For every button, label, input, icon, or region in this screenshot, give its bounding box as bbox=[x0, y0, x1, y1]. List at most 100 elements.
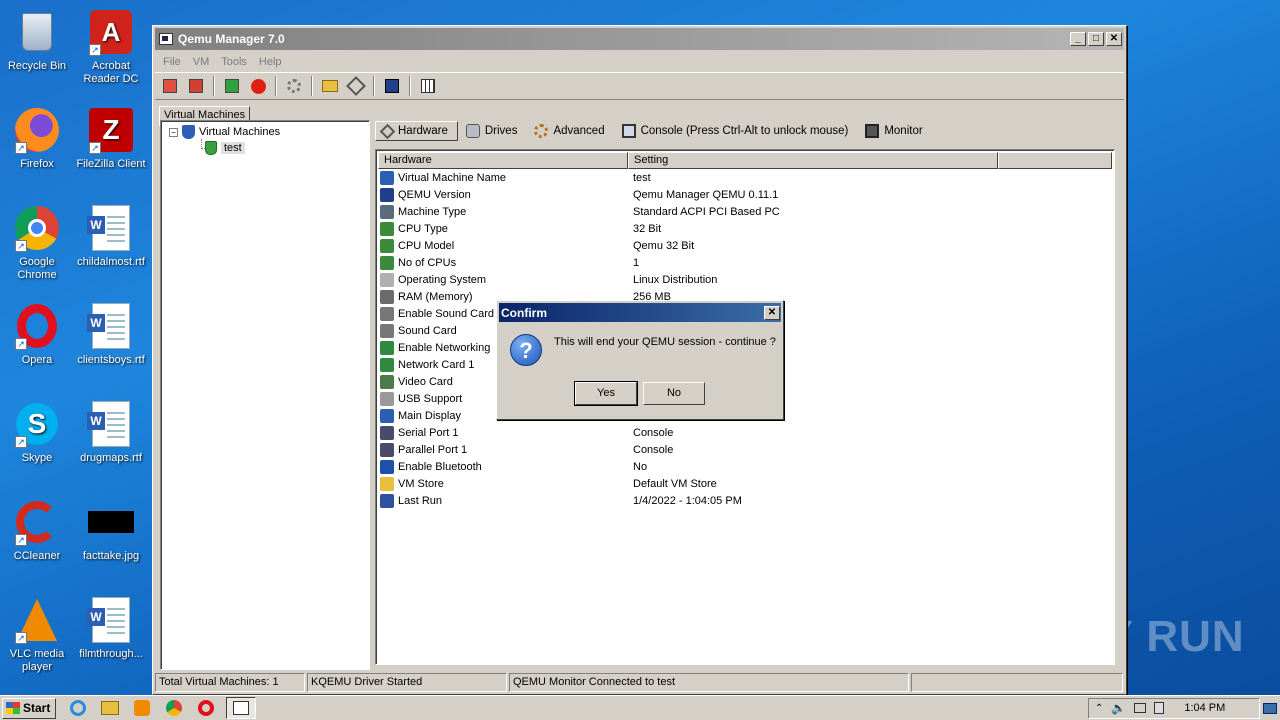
ccleaner-icon: ↗ bbox=[13, 498, 61, 546]
settings-button[interactable] bbox=[283, 75, 305, 97]
taskbar-explorer-button[interactable] bbox=[100, 698, 120, 718]
grid-row[interactable]: CPU Model Qemu 32 Bit bbox=[380, 237, 1114, 254]
grid-row[interactable]: Virtual Machine Name test bbox=[380, 169, 1114, 186]
status-bar: Total Virtual Machines: 1 KQEMU Driver S… bbox=[155, 673, 1123, 692]
desktop-icon-chrome[interactable]: ↗ Google Chrome bbox=[0, 204, 74, 282]
grid-cell-hardware: RAM (Memory) bbox=[398, 290, 473, 303]
desktop-icon-label: Acrobat Reader DC bbox=[83, 60, 139, 85]
taskbar-clock[interactable]: 1:04 PM bbox=[1184, 702, 1225, 714]
grid-row[interactable]: Serial Port 1 Console bbox=[380, 424, 1114, 441]
menu-tools[interactable]: Tools bbox=[215, 56, 253, 68]
tools-icon bbox=[346, 76, 366, 96]
desktop-icon-acrobat[interactable]: A ↗ Acrobat Reader DC bbox=[74, 8, 148, 86]
stop-vm-button[interactable] bbox=[247, 75, 269, 97]
grid-cell-setting: Default VM Store bbox=[633, 477, 717, 490]
desktop-icon-skype[interactable]: S ↗ Skype bbox=[0, 400, 74, 465]
desktop-icon-label: Firefox bbox=[20, 158, 54, 170]
tab-drives[interactable]: Drives bbox=[460, 121, 527, 141]
desktop-icon-ccleaner[interactable]: ↗ CCleaner bbox=[0, 498, 74, 563]
desktop-icon-firefox[interactable]: ↗ Firefox bbox=[0, 106, 74, 171]
grid-row[interactable]: No of CPUs 1 bbox=[380, 254, 1114, 271]
flag-icon[interactable] bbox=[1154, 702, 1165, 714]
dialog-close-button[interactable]: ✕ bbox=[764, 305, 780, 320]
calendar-icon bbox=[380, 493, 394, 508]
add-vm-button[interactable] bbox=[159, 75, 181, 97]
window-titlebar[interactable]: Qemu Manager 7.0 _ □ ✕ bbox=[155, 28, 1124, 50]
show-desktop-icon bbox=[1263, 702, 1277, 714]
grid-cell-setting: Qemu 32 Bit bbox=[633, 239, 695, 252]
grid-row[interactable]: CPU Type 32 Bit bbox=[380, 220, 1114, 237]
network-icon[interactable] bbox=[1134, 703, 1147, 713]
tab-console[interactable]: Console (Press Ctrl-Alt to unlock mouse) bbox=[616, 121, 858, 141]
save-button[interactable] bbox=[381, 75, 403, 97]
dialog-titlebar[interactable]: Confirm ✕ bbox=[499, 303, 781, 322]
open-folder-button[interactable] bbox=[319, 75, 341, 97]
grid-row[interactable]: QEMU Version Qemu Manager QEMU 0.11.1 bbox=[380, 186, 1114, 203]
grid-cell-hardware: Serial Port 1 bbox=[398, 426, 459, 439]
taskbar-opera-button[interactable] bbox=[196, 698, 216, 718]
grid-cell-hardware: Video Card bbox=[398, 375, 453, 388]
tab-monitor[interactable]: Monitor bbox=[859, 121, 931, 141]
menu-help[interactable]: Help bbox=[253, 56, 288, 68]
menu-file[interactable]: File bbox=[157, 56, 187, 68]
remove-icon bbox=[189, 79, 203, 93]
volume-icon[interactable]: 🔈 bbox=[1111, 701, 1126, 715]
maximize-button[interactable]: □ bbox=[1088, 32, 1104, 46]
filezilla-icon: Z ↗ bbox=[87, 106, 135, 154]
grid-cell-setting: 1/4/2022 - 1:04:05 PM bbox=[633, 494, 742, 507]
start-button[interactable]: Start bbox=[2, 697, 56, 719]
tree-item-label: test bbox=[221, 142, 245, 154]
desktop-icon-vlc[interactable]: ↗ VLC media player bbox=[0, 596, 74, 674]
no-button[interactable]: No bbox=[643, 382, 705, 405]
desktop-icon-opera[interactable]: ↗ Opera bbox=[0, 302, 74, 367]
desktop-icon-filmthrough[interactable]: W filmthrough... bbox=[74, 596, 148, 661]
tab-hardware[interactable]: Hardware bbox=[375, 121, 458, 141]
desktop-icon-facttake[interactable]: facttake.jpg bbox=[74, 498, 148, 563]
stop-icon bbox=[250, 78, 266, 94]
grid-row[interactable]: Enable Bluetooth No bbox=[380, 458, 1114, 475]
grid-row[interactable]: Last Run 1/4/2022 - 1:04:05 PM bbox=[380, 492, 1114, 509]
acrobat-icon: A ↗ bbox=[87, 8, 135, 56]
status-vm-count: Total Virtual Machines: 1 bbox=[155, 673, 305, 692]
tree-item-test[interactable]: test bbox=[205, 141, 245, 155]
chrome-icon: ↗ bbox=[13, 204, 61, 252]
grid-cell-setting: test bbox=[633, 171, 651, 184]
collapse-icon[interactable]: − bbox=[169, 127, 178, 137]
shield-icon bbox=[182, 125, 195, 139]
start-vm-button[interactable] bbox=[221, 75, 243, 97]
tab-advanced[interactable]: Advanced bbox=[528, 121, 613, 141]
grid-cell-hardware: Main Display bbox=[398, 409, 461, 422]
taskbar-chrome-button[interactable] bbox=[164, 698, 184, 718]
tree-root-virtual-machines[interactable]: − Virtual Machines bbox=[169, 125, 280, 139]
grid-cell-hardware: Sound Card bbox=[398, 324, 457, 337]
folder-icon bbox=[380, 476, 394, 491]
column-header-setting[interactable]: Setting bbox=[628, 152, 998, 169]
grid-row[interactable]: Operating System Linux Distribution bbox=[380, 271, 1114, 288]
taskbar-qemu-manager-button[interactable] bbox=[226, 697, 256, 719]
menu-vm[interactable]: VM bbox=[187, 56, 216, 68]
opera-icon: ↗ bbox=[13, 302, 61, 350]
desktop-icon-drugmaps[interactable]: W drugmaps.rtf bbox=[74, 400, 148, 465]
desktop-icon-filezilla[interactable]: Z ↗ FileZilla Client bbox=[74, 106, 148, 171]
minimize-button[interactable]: _ bbox=[1070, 32, 1086, 46]
desktop-icon-recycle-bin[interactable]: Recycle Bin bbox=[0, 8, 74, 73]
grid-cell-hardware: Network Card 1 bbox=[398, 358, 475, 371]
show-desktop-button[interactable] bbox=[1260, 696, 1280, 720]
confirm-dialog: Confirm ✕ ? This will end your QEMU sess… bbox=[496, 300, 784, 420]
yes-button[interactable]: Yes bbox=[574, 381, 638, 406]
grid-row[interactable]: Parallel Port 1 Console bbox=[380, 441, 1114, 458]
grid-row[interactable]: VM Store Default VM Store bbox=[380, 475, 1114, 492]
desktop-icon-childalmost[interactable]: W childalmost.rtf bbox=[74, 204, 148, 269]
remove-vm-button[interactable] bbox=[185, 75, 207, 97]
taskbar-media-button[interactable] bbox=[132, 698, 152, 718]
tray-expand-icon[interactable]: ⌃ bbox=[1095, 703, 1103, 714]
desktop-icon-clientsboys[interactable]: W clientsboys.rtf bbox=[74, 302, 148, 367]
windows-logo-icon bbox=[6, 702, 20, 714]
column-header-hardware[interactable]: Hardware bbox=[378, 152, 628, 169]
config-button[interactable] bbox=[417, 75, 439, 97]
close-button[interactable]: ✕ bbox=[1106, 32, 1122, 46]
grid-row[interactable]: Machine Type Standard ACPI PCI Based PC bbox=[380, 203, 1114, 220]
internet-explorer-icon bbox=[70, 700, 86, 716]
taskbar-ie-button[interactable] bbox=[68, 698, 88, 718]
tools-button[interactable] bbox=[345, 75, 367, 97]
